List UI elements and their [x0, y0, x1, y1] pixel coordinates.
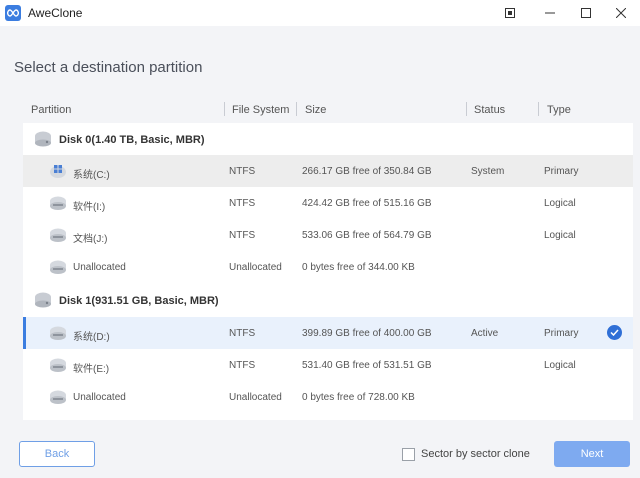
- drive-icon: [49, 325, 67, 344]
- header-partition[interactable]: Partition: [31, 104, 71, 116]
- table-header: Partition File System Size Status Type: [23, 95, 633, 123]
- partition-status: Active: [471, 328, 499, 339]
- partition-file-system: NTFS: [229, 166, 256, 177]
- header-type[interactable]: Type: [547, 104, 571, 116]
- pin-icon[interactable]: [493, 0, 527, 26]
- app-title: AweClone: [28, 6, 83, 20]
- partition-status: System: [471, 166, 505, 177]
- windows-drive-icon: [49, 163, 67, 182]
- column-divider[interactable]: [538, 102, 539, 116]
- title-bar: AweClone: [0, 0, 640, 26]
- partition-file-system: NTFS: [229, 328, 256, 339]
- page-title: Select a destination partition: [14, 59, 203, 76]
- partition-name: Unallocated: [73, 262, 126, 273]
- drive-icon: [49, 227, 67, 246]
- partition-type: Primary: [544, 166, 579, 177]
- partition-size: 0 bytes free of 344.00 KB: [302, 262, 415, 273]
- partition-name: 软件(I:): [73, 202, 106, 213]
- infinity-icon: [5, 5, 21, 21]
- partition-size: 0 bytes free of 728.00 KB: [302, 392, 415, 403]
- sector-clone-checkbox[interactable]: [402, 448, 415, 461]
- partition-row-c[interactable]: 系统(C:) NTFS 266.17 GB free of 350.84 GB …: [23, 155, 633, 187]
- partition-table: Partition File System Size Status Type D…: [23, 95, 633, 420]
- partition-row-d[interactable]: 系统(D:) NTFS 399.89 GB free of 400.00 GB …: [23, 317, 633, 349]
- header-file-system[interactable]: File System: [232, 104, 289, 116]
- drive-icon: [49, 259, 67, 278]
- partition-size: 266.17 GB free of 350.84 GB: [302, 166, 432, 177]
- partition-row-i[interactable]: 软件(I:) NTFS 424.42 GB free of 515.16 GB …: [23, 187, 633, 219]
- partition-row-unallocated-1[interactable]: Unallocated Unallocated 0 bytes free of …: [23, 381, 633, 413]
- partition-row-unallocated-0[interactable]: Unallocated Unallocated 0 bytes free of …: [23, 251, 633, 283]
- disk-label: Disk 0(1.40 TB, Basic, MBR): [59, 134, 205, 146]
- partition-file-system: Unallocated: [229, 392, 282, 403]
- disk-row-0: Disk 0(1.40 TB, Basic, MBR): [23, 123, 633, 155]
- partition-type: Logical: [544, 230, 576, 241]
- drive-icon: [49, 389, 67, 408]
- partition-name: 系统(D:): [73, 332, 110, 343]
- footer-bar: Back Sector by sector clone Next: [0, 430, 640, 478]
- partition-size: 424.42 GB free of 515.16 GB: [302, 198, 432, 209]
- partition-row-j[interactable]: 文档(J:) NTFS 533.06 GB free of 564.79 GB …: [23, 219, 633, 251]
- drive-icon: [49, 357, 67, 376]
- next-button[interactable]: Next: [554, 441, 630, 467]
- partition-size: 533.06 GB free of 564.79 GB: [302, 230, 432, 241]
- partition-name: 软件(E:): [73, 364, 110, 375]
- minimize-icon[interactable]: [533, 0, 567, 26]
- header-status[interactable]: Status: [474, 104, 505, 116]
- partition-file-system: NTFS: [229, 360, 256, 371]
- partition-file-system: NTFS: [229, 198, 256, 209]
- partition-name: 文档(J:): [73, 234, 108, 245]
- close-icon[interactable]: [604, 0, 638, 26]
- drive-icon: [49, 195, 67, 214]
- partition-file-system: Unallocated: [229, 262, 282, 273]
- column-divider[interactable]: [296, 102, 297, 116]
- column-divider[interactable]: [466, 102, 467, 116]
- selected-check-icon: [607, 325, 622, 340]
- disk-row-1: Disk 1(931.51 GB, Basic, MBR): [23, 284, 633, 316]
- column-divider[interactable]: [224, 102, 225, 116]
- partition-type: Primary: [544, 328, 579, 339]
- partition-size: 399.89 GB free of 400.00 GB: [302, 328, 432, 339]
- partition-size: 531.40 GB free of 531.51 GB: [302, 360, 432, 371]
- disk-label: Disk 1(931.51 GB, Basic, MBR): [59, 295, 219, 307]
- partition-type: Logical: [544, 198, 576, 209]
- header-size[interactable]: Size: [305, 104, 326, 116]
- partition-name: Unallocated: [73, 392, 126, 403]
- partition-file-system: NTFS: [229, 230, 256, 241]
- maximize-icon[interactable]: [569, 0, 603, 26]
- disk-icon: [34, 292, 52, 311]
- partition-type: Logical: [544, 360, 576, 371]
- partition-name: 系统(C:): [73, 170, 110, 181]
- sector-clone-label[interactable]: Sector by sector clone: [421, 448, 530, 460]
- back-button[interactable]: Back: [19, 441, 95, 467]
- disk-icon: [34, 131, 52, 150]
- partition-row-e[interactable]: 软件(E:) NTFS 531.40 GB free of 531.51 GB …: [23, 349, 633, 381]
